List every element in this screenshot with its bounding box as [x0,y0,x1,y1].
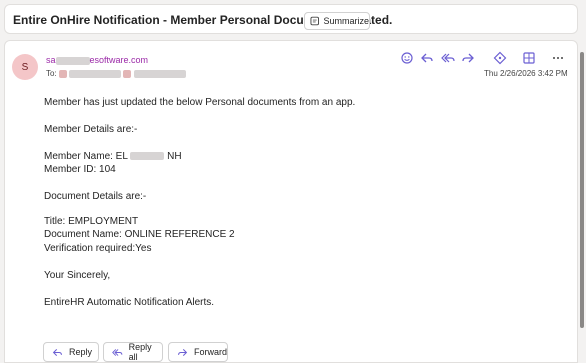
closing: Your Sincerely, [44,270,111,281]
forward-label: Forward [193,347,227,357]
redacted-block [58,69,67,78]
message-date: Thu 2/26/2026 3:42 PM [484,69,568,78]
document-title: Title: EMPLOYMENT [44,216,139,227]
summarize-button[interactable]: Summarize [304,12,370,30]
redacted-block [69,69,122,78]
reply-button[interactable]: Reply [43,342,99,362]
scrollbar-thumb[interactable] [580,52,584,328]
to-label: To: [46,69,57,78]
redacted-block [130,152,165,161]
sender-email-suffix: esoftware.com [89,55,149,65]
forward-button[interactable]: Forward [168,342,228,362]
reply-icon[interactable] [420,51,434,65]
sender-email-prefix: sa [46,55,56,65]
reply-all-icon[interactable] [441,51,455,65]
tag-icon[interactable] [493,51,507,65]
summarize-label: Summarize [323,16,369,26]
redacted-block [133,69,186,78]
member-details-header: Member Details are:- [44,124,138,135]
reply-all-icon [112,348,123,356]
redacted-block [55,56,90,65]
member-name-suffix: NH [167,151,182,162]
subject-bar: Entire OnHire Notification - Member Pers… [4,4,578,34]
document-details-header: Document Details are:- [44,191,147,202]
member-id: Member ID: 104 [44,164,116,175]
signature: EntireHR Automatic Notification Alerts. [44,297,215,308]
avatar: S [12,54,38,80]
body-intro: Member has just updated the below Person… [44,97,356,108]
reply-icon [52,348,62,356]
summarize-icon [310,16,320,26]
apps-grid-icon[interactable] [522,51,536,65]
reply-label: Reply [69,347,93,357]
document-name: Document Name: ONLINE REFERENCE 2 [44,229,235,240]
verification-required: Verification required:Yes [44,243,152,254]
reply-all-label: Reply all [128,342,152,362]
member-name: Member Name: EL NH [44,151,182,162]
emoji-icon[interactable] [400,51,414,65]
avatar-initial: S [21,61,29,73]
sender-address[interactable]: sa esoftware.com [46,55,148,65]
member-name-prefix: Member Name: EL [44,151,128,162]
redacted-block [123,69,132,78]
reply-all-button[interactable]: Reply all [103,342,163,362]
forward-icon[interactable] [461,51,475,65]
more-options-icon[interactable] [551,51,565,65]
forward-icon [178,348,188,356]
recipients-line: To: [46,69,186,78]
